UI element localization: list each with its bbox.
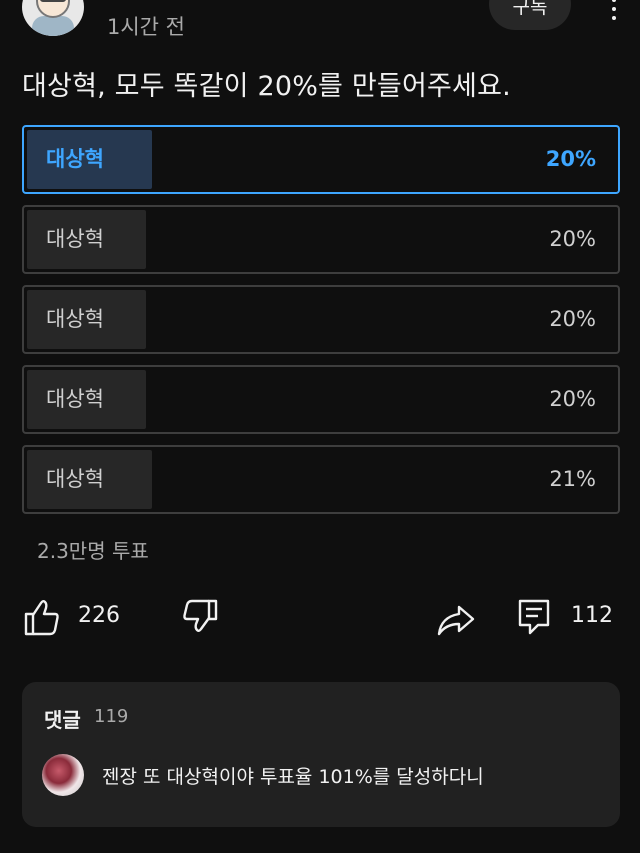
post-header: 1시간 전 구독 bbox=[0, 0, 640, 50]
avatar-glasses-shape bbox=[40, 0, 66, 2]
poll-option-percent: 20% bbox=[545, 147, 596, 171]
share-icon[interactable] bbox=[436, 599, 476, 643]
poll-option-5[interactable]: 대상혁 21% bbox=[22, 445, 620, 514]
comments-panel[interactable]: 댓글 119 젠장 또 대상혁이야 투표율 101%를 달성하다니 bbox=[22, 682, 620, 827]
comment-count: 112 bbox=[571, 603, 613, 628]
poll-option-percent: 20% bbox=[549, 227, 596, 251]
commenter-avatar bbox=[42, 754, 84, 796]
like-count: 226 bbox=[78, 603, 120, 628]
comments-count: 119 bbox=[94, 706, 129, 727]
top-comment-text: 젠장 또 대상혁이야 투표율 101%를 달성하다니 bbox=[102, 766, 484, 788]
comments-title: 댓글 bbox=[44, 708, 81, 732]
poll-option-4[interactable]: 대상혁 20% bbox=[22, 365, 620, 434]
poll-option-2[interactable]: 대상혁 20% bbox=[22, 205, 620, 274]
poll-option-percent: 20% bbox=[549, 387, 596, 411]
poll-options: 대상혁 20% 대상혁 20% 대상혁 20% 대상혁 20% 대상혁 21% bbox=[22, 125, 620, 525]
poll-question: 대상혁, 모두 똑같이 20%를 만들어주세요. bbox=[22, 71, 511, 102]
comment-icon[interactable] bbox=[516, 597, 556, 641]
action-bar: 226 112 bbox=[0, 595, 640, 643]
vote-count: 2.3만명 투표 bbox=[37, 539, 149, 563]
thumbs-down-icon[interactable] bbox=[180, 597, 220, 641]
poll-option-label: 대상혁 bbox=[46, 387, 104, 411]
poll-option-percent: 21% bbox=[549, 467, 596, 491]
subscribe-button[interactable]: 구독 bbox=[489, 0, 571, 30]
more-options-icon[interactable] bbox=[604, 0, 624, 22]
avatar-body-shape bbox=[32, 16, 74, 36]
poll-option-3[interactable]: 대상혁 20% bbox=[22, 285, 620, 354]
poll-option-label: 대상혁 bbox=[46, 227, 104, 251]
poll-option-label: 대상혁 bbox=[46, 147, 104, 171]
thumbs-up-icon[interactable] bbox=[22, 595, 62, 639]
poll-option-percent: 20% bbox=[549, 307, 596, 331]
poll-option-label: 대상혁 bbox=[46, 467, 104, 491]
poll-option-label: 대상혁 bbox=[46, 307, 104, 331]
channel-avatar[interactable] bbox=[22, 0, 84, 36]
poll-option-1[interactable]: 대상혁 20% bbox=[22, 125, 620, 194]
post-time: 1시간 전 bbox=[107, 15, 185, 39]
